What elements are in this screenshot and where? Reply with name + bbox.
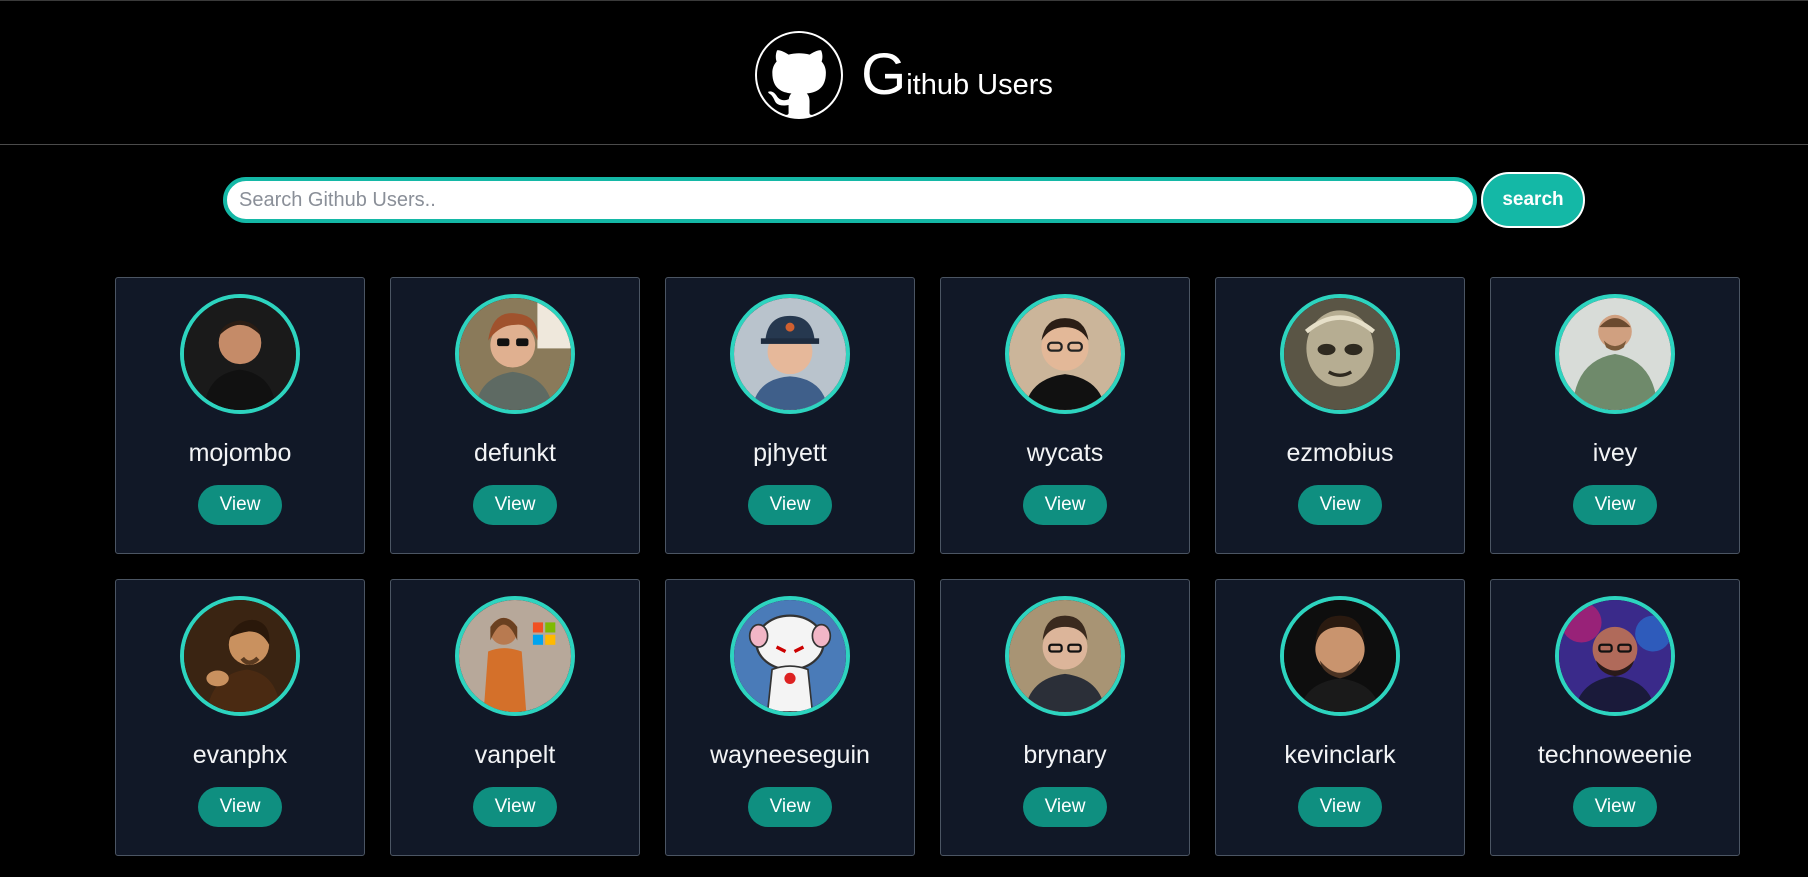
username: kevinclark xyxy=(1284,741,1396,769)
view-button[interactable]: View xyxy=(1573,787,1657,827)
username: ezmobius xyxy=(1286,439,1394,467)
user-card: defunkt View xyxy=(390,277,640,554)
user-card: technoweenie View xyxy=(1490,579,1740,856)
user-card: ezmobius View xyxy=(1215,277,1465,554)
user-card: vanpelt View xyxy=(390,579,640,856)
user-card: pjhyett View xyxy=(665,277,915,554)
avatar xyxy=(1005,294,1125,414)
avatar xyxy=(730,294,850,414)
view-button[interactable]: View xyxy=(198,787,282,827)
username: evanphx xyxy=(192,741,288,769)
username: ivey xyxy=(1592,439,1638,467)
username: wycats xyxy=(1026,439,1104,467)
title-initial: G xyxy=(861,42,907,107)
avatar xyxy=(180,596,300,716)
avatar xyxy=(730,596,850,716)
username: vanpelt xyxy=(474,741,556,769)
user-card: ivey View xyxy=(1490,277,1740,554)
search-button[interactable]: search xyxy=(1481,172,1585,228)
user-card: brynary View xyxy=(940,579,1190,856)
user-grid: mojombo View defunkt View pjhyett View w… xyxy=(115,277,1740,856)
username: wayneeseguin xyxy=(710,741,870,769)
avatar xyxy=(1280,294,1400,414)
view-button[interactable]: View xyxy=(748,485,832,525)
avatar xyxy=(1555,294,1675,414)
view-button[interactable]: View xyxy=(473,485,557,525)
username: brynary xyxy=(1023,741,1107,769)
username: mojombo xyxy=(188,439,292,467)
view-button[interactable]: View xyxy=(1023,485,1107,525)
user-card: kevinclark View xyxy=(1215,579,1465,856)
user-card: wycats View xyxy=(940,277,1190,554)
title-rest: ithub Users xyxy=(906,69,1053,101)
avatar xyxy=(1280,596,1400,716)
avatar xyxy=(1555,596,1675,716)
page-title: Github Users xyxy=(861,41,1053,108)
view-button[interactable]: View xyxy=(473,787,557,827)
view-button[interactable]: View xyxy=(1298,787,1382,827)
username: technoweenie xyxy=(1537,741,1693,769)
avatar xyxy=(1005,596,1125,716)
search-input[interactable] xyxy=(223,177,1477,223)
site-header: Github Users xyxy=(0,0,1808,145)
view-button[interactable]: View xyxy=(1298,485,1382,525)
user-card: mojombo View xyxy=(115,277,365,554)
search-bar: search xyxy=(0,172,1808,228)
view-button[interactable]: View xyxy=(198,485,282,525)
avatar xyxy=(455,596,575,716)
username: pjhyett xyxy=(753,439,827,467)
view-button[interactable]: View xyxy=(748,787,832,827)
user-card: evanphx View xyxy=(115,579,365,856)
username: defunkt xyxy=(473,439,556,467)
user-card: wayneeseguin View xyxy=(665,579,915,856)
view-button[interactable]: View xyxy=(1573,485,1657,525)
view-button[interactable]: View xyxy=(1023,787,1107,827)
avatar xyxy=(455,294,575,414)
avatar xyxy=(180,294,300,414)
github-octocat-icon xyxy=(755,30,844,119)
